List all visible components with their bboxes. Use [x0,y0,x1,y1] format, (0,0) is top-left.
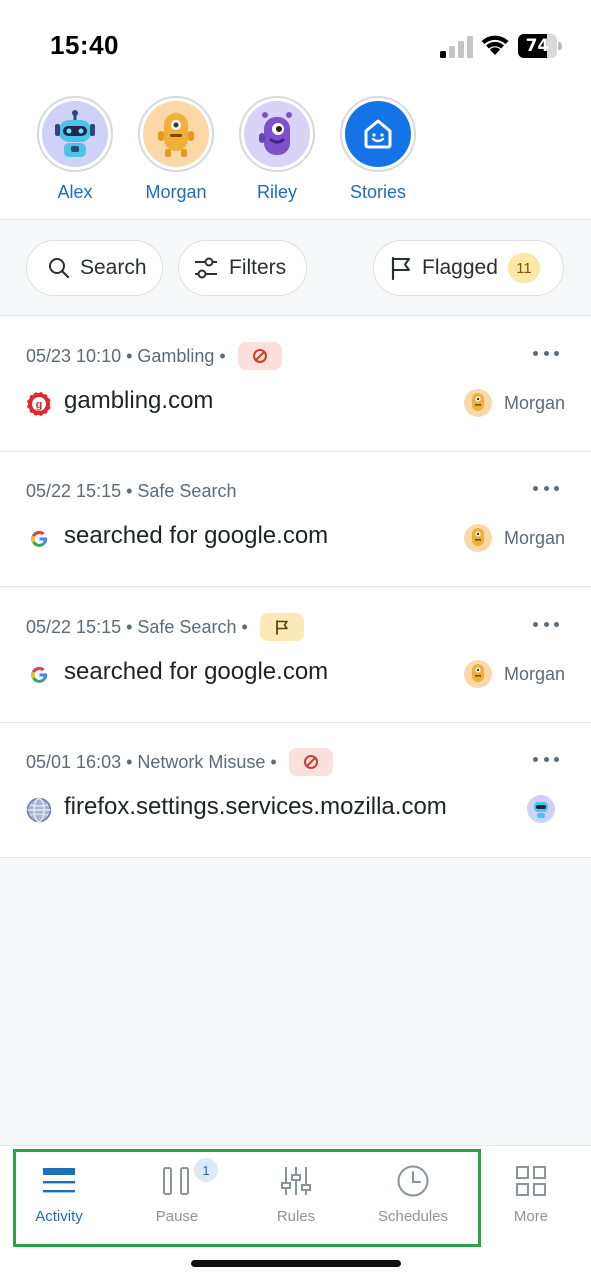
search-button[interactable]: Search [26,240,163,296]
more-options-icon[interactable] [533,614,559,634]
pause-count-badge: 1 [194,1158,218,1182]
flagged-button[interactable]: Flagged 11 [373,240,564,296]
tab-rules[interactable]: Rules [241,1164,351,1225]
bottom-tab-bar: Activity 1 Pause Rules Schedules More [0,1145,591,1280]
status-time: 15:40 [50,30,119,60]
tab-label: Schedules [377,1208,449,1225]
status-bar: 15:40 74 [0,0,591,86]
tab-activity[interactable]: Activity [4,1164,114,1225]
wifi-icon [481,35,509,55]
svg-text:g: g [36,399,43,411]
battery-icon: 74 [518,34,562,58]
activity-user: Morgan [463,389,565,417]
profile-morgan[interactable]: Morgan [131,96,221,203]
profile-stories[interactable]: Stories [333,96,423,203]
activity-site: gambling.com [64,387,214,414]
flag-icon [275,620,288,635]
morgan-mini-avatar-icon [463,389,492,417]
rules-icon [281,1167,311,1195]
activity-meta: 05/23 10:10 • Gambling • [26,342,282,370]
profile-name: Morgan [145,182,207,202]
battery-level: 74 [525,36,550,56]
activity-row[interactable]: 05/22 15:15 • Safe Search • searched for… [0,588,591,723]
robot-avatar-icon [42,101,108,167]
flagged-count-badge: 11 [507,253,540,283]
profile-name: Stories [349,182,407,202]
tab-label: Rules [276,1208,316,1225]
blocked-tag [237,342,282,370]
profile-name: Alex [57,182,93,202]
activity-meta: 05/01 16:03 • Network Misuse • [26,748,333,776]
creature-avatar-icon [244,101,310,167]
activity-site: searched for google.com [64,522,329,549]
tab-schedules[interactable]: Schedules [358,1164,468,1225]
search-label: Search [80,256,147,279]
activity-meta-text: 05/22 15:15 • Safe Search [26,480,237,501]
home-indicator [191,1260,401,1267]
profile-riley[interactable]: Riley [232,96,322,203]
tab-pause[interactable]: 1 Pause [122,1158,232,1225]
profile-strip: Alex Morgan Riley Stories [0,86,591,220]
block-icon [252,349,267,363]
tab-label: Pause [155,1208,199,1225]
flag-icon [391,256,410,280]
globe-icon [26,797,52,823]
activity-row[interactable]: 05/22 15:15 • Safe Search searched for g… [0,452,591,587]
flagged-label: Flagged [422,256,498,279]
activity-meta-text: 05/23 10:10 • Gambling • [26,345,226,366]
pause-icon [163,1167,189,1195]
monster-avatar-icon [143,101,209,167]
cellular-signal-icon [440,36,473,58]
activity-user: Morgan [463,660,565,688]
clock-icon [397,1165,429,1197]
profile-alex[interactable]: Alex [30,96,120,203]
filters-button[interactable]: Filters [178,240,307,296]
activity-row[interactable]: 05/01 16:03 • Network Misuse • firefox.s… [0,723,591,858]
activity-user-name: Morgan [503,392,565,413]
more-options-icon[interactable] [533,478,559,498]
activity-meta-text: 05/22 15:15 • Safe Search • [26,616,248,637]
block-icon [303,755,318,769]
activity-icon [43,1168,75,1193]
activity-user-name: Morgan [503,663,565,684]
activity-user: Morgan [463,524,565,552]
activity-meta: 05/22 15:15 • Safe Search [26,477,236,505]
morgan-mini-avatar-icon [463,660,492,688]
more-options-icon[interactable] [533,343,559,363]
gambling-icon: g [26,391,52,417]
activity-user [527,795,565,823]
alex-mini-avatar-icon [527,795,555,823]
flagged-tag [259,613,304,641]
activity-site: firefox.settings.services.mozilla.com [64,793,447,820]
activity-user-name: Morgan [503,527,565,548]
tab-more[interactable]: More [476,1164,586,1225]
activity-row[interactable]: 05/23 10:10 • Gambling • g gambling.com … [0,317,591,452]
grid-icon [516,1166,546,1196]
sliders-icon [195,257,217,279]
tab-label: More [513,1208,549,1225]
google-icon [31,530,48,547]
activity-site: searched for google.com [64,658,329,685]
filters-label: Filters [229,256,287,279]
blocked-tag [288,748,333,776]
more-options-icon[interactable] [533,749,559,769]
activity-meta-text: 05/01 16:03 • Network Misuse • [26,751,277,772]
tab-label: Activity [35,1208,83,1225]
activity-meta: 05/22 15:15 • Safe Search • [26,613,304,641]
search-icon [49,258,70,279]
profile-name: Riley [256,182,297,202]
stories-home-icon [345,101,411,167]
filter-bar: Search Filters Flagged 11 [0,221,591,316]
google-icon [31,666,48,683]
morgan-mini-avatar-icon [463,524,492,552]
